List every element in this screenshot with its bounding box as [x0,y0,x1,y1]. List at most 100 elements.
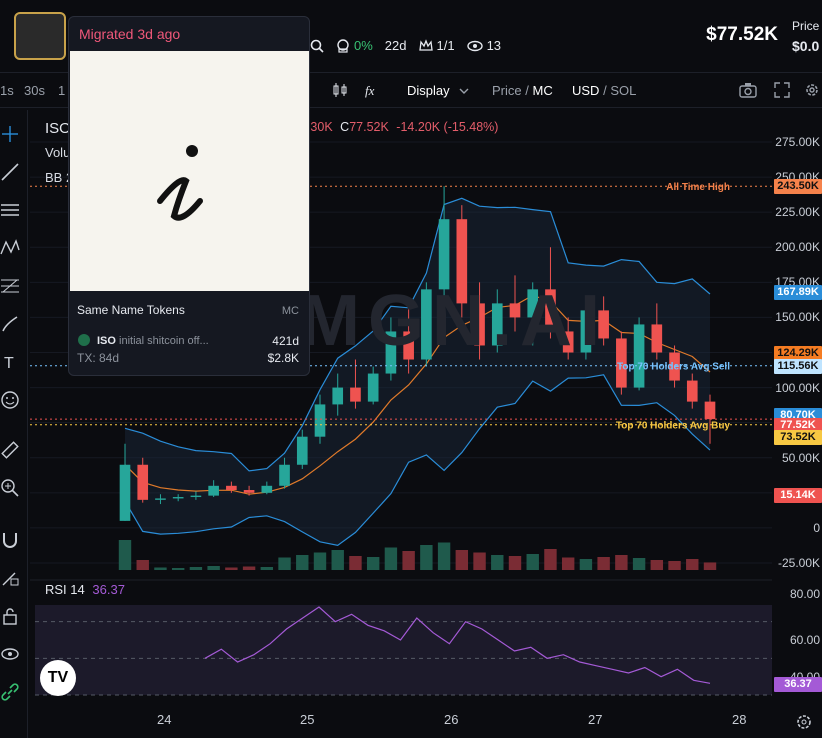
price-tag-avg-buy: 73.52K [774,429,822,445]
volume-bar [296,555,309,570]
ohlc-close-label: C [340,120,350,134]
price-axis: 275.00K 250.00K 225.00K 200.00K 175.00K 150.0… [772,110,822,710]
indicators-icon[interactable]: fx [364,82,380,98]
volume-bar [668,561,681,570]
candle-body [633,324,645,388]
holders-stat: 1/1 [418,38,455,53]
candle-body [314,404,326,437]
price-tick: 100.00K [775,380,820,395]
views-count: 13 [486,38,502,53]
link-icon[interactable] [0,682,20,702]
mc-column-header: MC [281,305,299,317]
volume-bar [473,552,486,570]
ohlc-readout: 7.30K C77.52K -14.20K (-15.48%) [300,120,498,134]
rsi-value-tag: 36.37 [774,677,822,693]
tradingview-logo[interactable]: TV [40,660,76,696]
interval-1[interactable]: 1 [58,83,65,98]
price-tag-ath: 243.50K [774,179,822,195]
price-label: Price [792,19,820,33]
svg-text:fx: fx [365,83,375,98]
candle-type-icon[interactable] [332,82,348,98]
holders-ratio: 1/1 [436,38,455,53]
svg-text:T: T [4,355,14,372]
handwritten-i-image [157,145,203,221]
volume-bar [703,562,717,570]
trendline-icon[interactable] [0,162,20,182]
display-menu[interactable]: Display [407,83,469,98]
candle-body [155,498,166,500]
horizontal-lines-icon[interactable] [0,200,20,220]
volume-bar [313,552,327,570]
volume-bar [349,556,362,570]
interval-30s[interactable]: 30s [24,83,45,98]
date-tick: 24 [157,712,172,727]
crosshair-icon[interactable] [0,124,20,144]
volume-bar [455,550,469,570]
token-logo[interactable] [14,12,66,60]
price-tag-avg-sell: 115.56K [774,358,822,374]
price-tick: 150.00K [775,310,820,325]
candle-body [172,497,184,499]
volume-bar [189,567,203,570]
rsi-value: 36.37 [92,582,125,597]
volume-bar [207,566,220,570]
change-stat: 0% [336,38,373,53]
price-tick: 200.00K [775,240,820,255]
search-stat[interactable] [310,39,324,53]
candle-body [261,485,273,493]
candle-body [226,485,237,491]
emoji-icon[interactable] [0,390,20,410]
candle-body [243,490,255,493]
volume-bar [384,547,398,570]
token-mc: $2.8K [267,351,299,365]
volume-bar [491,555,504,570]
eye-icon [466,40,483,51]
volume-bar [650,560,664,570]
currency-toggle[interactable]: USD / SOL [572,83,636,98]
ohlc-change: -14.20K (-15.48%) [396,120,499,134]
fib-icon[interactable] [0,276,20,296]
lock-drawing-icon[interactable] [0,568,20,588]
volume-bar [278,557,291,570]
interval-1s[interactable]: 1s [0,83,14,98]
candle-body [686,380,698,402]
volume-bar [597,557,610,570]
visibility-icon[interactable] [0,644,20,664]
fullscreen-icon[interactable] [774,82,790,98]
price-mc-toggle[interactable]: Price / MC [492,83,553,98]
same-name-tokens-heading: Same Name Tokens [77,303,185,317]
drawing-tools: T [0,110,28,738]
volume-bar [136,560,149,570]
current-price: $77.52K [706,24,778,45]
text-icon[interactable]: T [0,352,20,372]
date-tick: 27 [588,712,603,727]
zoom-icon[interactable] [0,478,20,498]
volume-bar [544,549,557,570]
lock-icon[interactable] [0,606,20,626]
date-tick: 26 [444,712,459,727]
volume-bar [260,567,274,570]
camera-icon[interactable] [738,81,758,99]
candle-body [704,401,716,420]
magnet-icon[interactable] [0,530,20,550]
brush-icon[interactable] [0,314,20,334]
price-tag-sell-hi: 167.89K [774,285,822,301]
candle-body [296,436,308,465]
candle-body [279,464,290,486]
price-value: $0.0 [792,38,820,54]
ruler-icon[interactable] [0,440,20,460]
settings-icon[interactable] [804,82,820,98]
volume-bar [615,555,628,570]
candle-body [137,464,149,500]
price-tick: 225.00K [775,205,820,220]
change-pct: 0% [354,38,373,53]
volume-bar [686,559,699,570]
search-icon [310,39,324,53]
pattern-icon[interactable] [0,238,20,258]
date-tick: 25 [300,712,315,727]
same-name-token[interactable]: ISO initial shitcoin off... [97,335,209,347]
axis-settings-icon[interactable] [796,714,812,730]
display-label: Display [407,83,450,98]
rsi-tick: 80.00 [789,587,820,602]
crown-icon [418,38,433,51]
